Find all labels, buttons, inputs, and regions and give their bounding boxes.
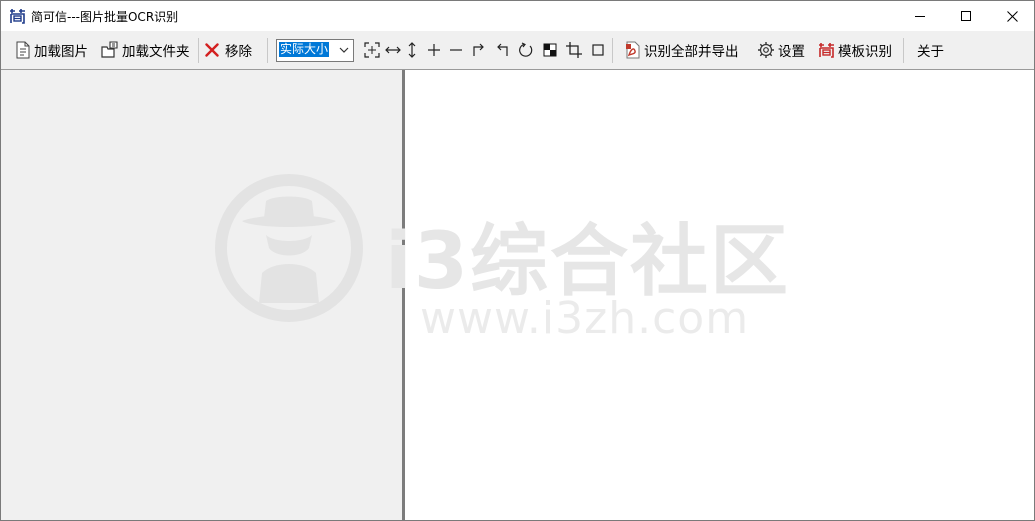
- zoom-select-value: 实际大小: [279, 42, 330, 57]
- about-label: 关于: [917, 44, 944, 60]
- watermark-logo: [214, 173, 364, 323]
- select-rect-button[interactable]: [589, 41, 607, 59]
- minimize-icon: [915, 16, 925, 17]
- zoom-out-icon: [450, 49, 462, 51]
- load-folder-button[interactable]: 加载文件夹: [101, 31, 190, 69]
- template-recognize-label: 模板识别: [838, 44, 892, 60]
- crop-icon: [566, 42, 582, 58]
- fit-height-button[interactable]: [403, 41, 421, 59]
- fit-window-button[interactable]: [363, 41, 381, 59]
- zoom-select[interactable]: 实际大小: [276, 39, 354, 62]
- close-icon: [1006, 10, 1018, 22]
- zoom-in-icon: [428, 44, 440, 56]
- document-icon: [16, 41, 30, 59]
- about-button[interactable]: 关于: [914, 31, 944, 69]
- fit-height-icon: [408, 42, 416, 58]
- chevron-down-icon: [339, 47, 349, 53]
- recognize-export-label: 识别全部并导出: [644, 44, 739, 60]
- close-button[interactable]: [989, 1, 1035, 31]
- rotate-right-button[interactable]: [469, 41, 487, 59]
- rotate-left-icon: [497, 43, 508, 56]
- contrast-icon: [543, 43, 557, 57]
- template-recognize-button[interactable]: 模板识别: [818, 31, 892, 69]
- load-image-button[interactable]: 加载图片: [15, 31, 88, 69]
- folder-load-icon: [101, 41, 118, 58]
- window-title: 简可信---图片批量OCR识别: [31, 10, 179, 24]
- jian-logo-icon: [9, 8, 26, 24]
- toolbar-separator: [612, 38, 613, 63]
- zoom-in-button[interactable]: [425, 41, 443, 59]
- toolbar: 加载图片 加载文件夹 移除 实际大小 识别全部并导出 设置 模板识别 关于: [1, 31, 1034, 70]
- rotate-right-icon: [473, 43, 484, 56]
- rotate-icon: [519, 42, 533, 57]
- load-folder-label: 加载文件夹: [122, 44, 190, 60]
- load-image-label: 加载图片: [34, 44, 88, 60]
- zoom-out-button[interactable]: [447, 41, 465, 59]
- remove-label: 移除: [225, 44, 252, 60]
- rotate-left-button[interactable]: [494, 41, 512, 59]
- pdf-export-icon: [626, 41, 640, 59]
- toolbar-separator: [198, 38, 199, 63]
- fit-width-icon: [385, 46, 401, 54]
- rotate-button[interactable]: [517, 41, 535, 59]
- minimize-button[interactable]: [897, 1, 943, 31]
- app-window: 简可信---图片批量OCR识别 加载图片 加载文件夹 移除 实际大小 识别全部并…: [0, 0, 1035, 521]
- gear-icon: [758, 42, 774, 58]
- select-rect-icon: [592, 44, 604, 56]
- watermark-url: www.i3zh.com: [420, 293, 750, 344]
- contrast-button[interactable]: [541, 41, 559, 59]
- crop-button[interactable]: [565, 41, 583, 59]
- fit-width-button[interactable]: [384, 41, 402, 59]
- toolbar-separator: [267, 38, 268, 63]
- recognize-export-button[interactable]: 识别全部并导出: [625, 31, 739, 69]
- settings-button[interactable]: 设置: [757, 31, 805, 69]
- settings-label: 设置: [778, 44, 805, 60]
- jian-logo-red-icon: [819, 43, 834, 58]
- maximize-icon: [961, 11, 971, 21]
- title-bar: 简可信---图片批量OCR识别: [1, 1, 1034, 31]
- spy-hat-icon: [215, 174, 363, 322]
- toolbar-separator: [903, 38, 904, 63]
- remove-button[interactable]: 移除: [205, 31, 252, 69]
- delete-x-icon: [205, 43, 219, 57]
- maximize-button[interactable]: [943, 1, 989, 31]
- fit-window-icon: [364, 42, 380, 58]
